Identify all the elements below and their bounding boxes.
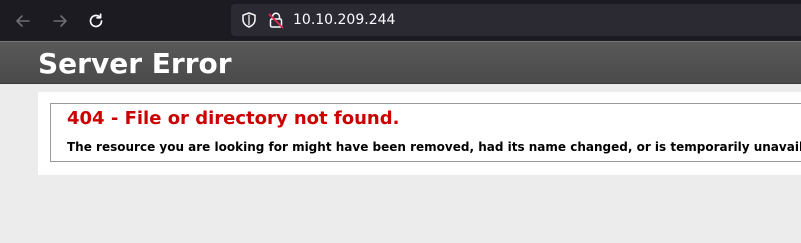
reload-button[interactable] <box>84 9 108 33</box>
forward-button[interactable] <box>48 9 72 33</box>
reload-icon <box>89 13 103 28</box>
shield-icon[interactable] <box>240 11 258 34</box>
page-header: Server Error <box>0 41 801 84</box>
error-message: The resource you are looking for might h… <box>67 140 801 154</box>
arrow-right-icon <box>53 15 67 27</box>
content-panel: 404 - File or directory not found. The r… <box>38 92 801 175</box>
page-title: Server Error <box>38 47 232 80</box>
error-heading: 404 - File or directory not found. <box>67 108 400 129</box>
insecure-lock-icon[interactable] <box>267 11 285 34</box>
error-fieldset: 404 - File or directory not found. The r… <box>50 103 801 162</box>
address-bar[interactable]: 10.10.209.244 <box>231 4 801 36</box>
url-text[interactable]: 10.10.209.244 <box>293 11 395 29</box>
arrow-left-icon <box>16 15 30 27</box>
browser-toolbar: 10.10.209.244 <box>0 0 801 41</box>
back-button[interactable] <box>11 9 35 33</box>
